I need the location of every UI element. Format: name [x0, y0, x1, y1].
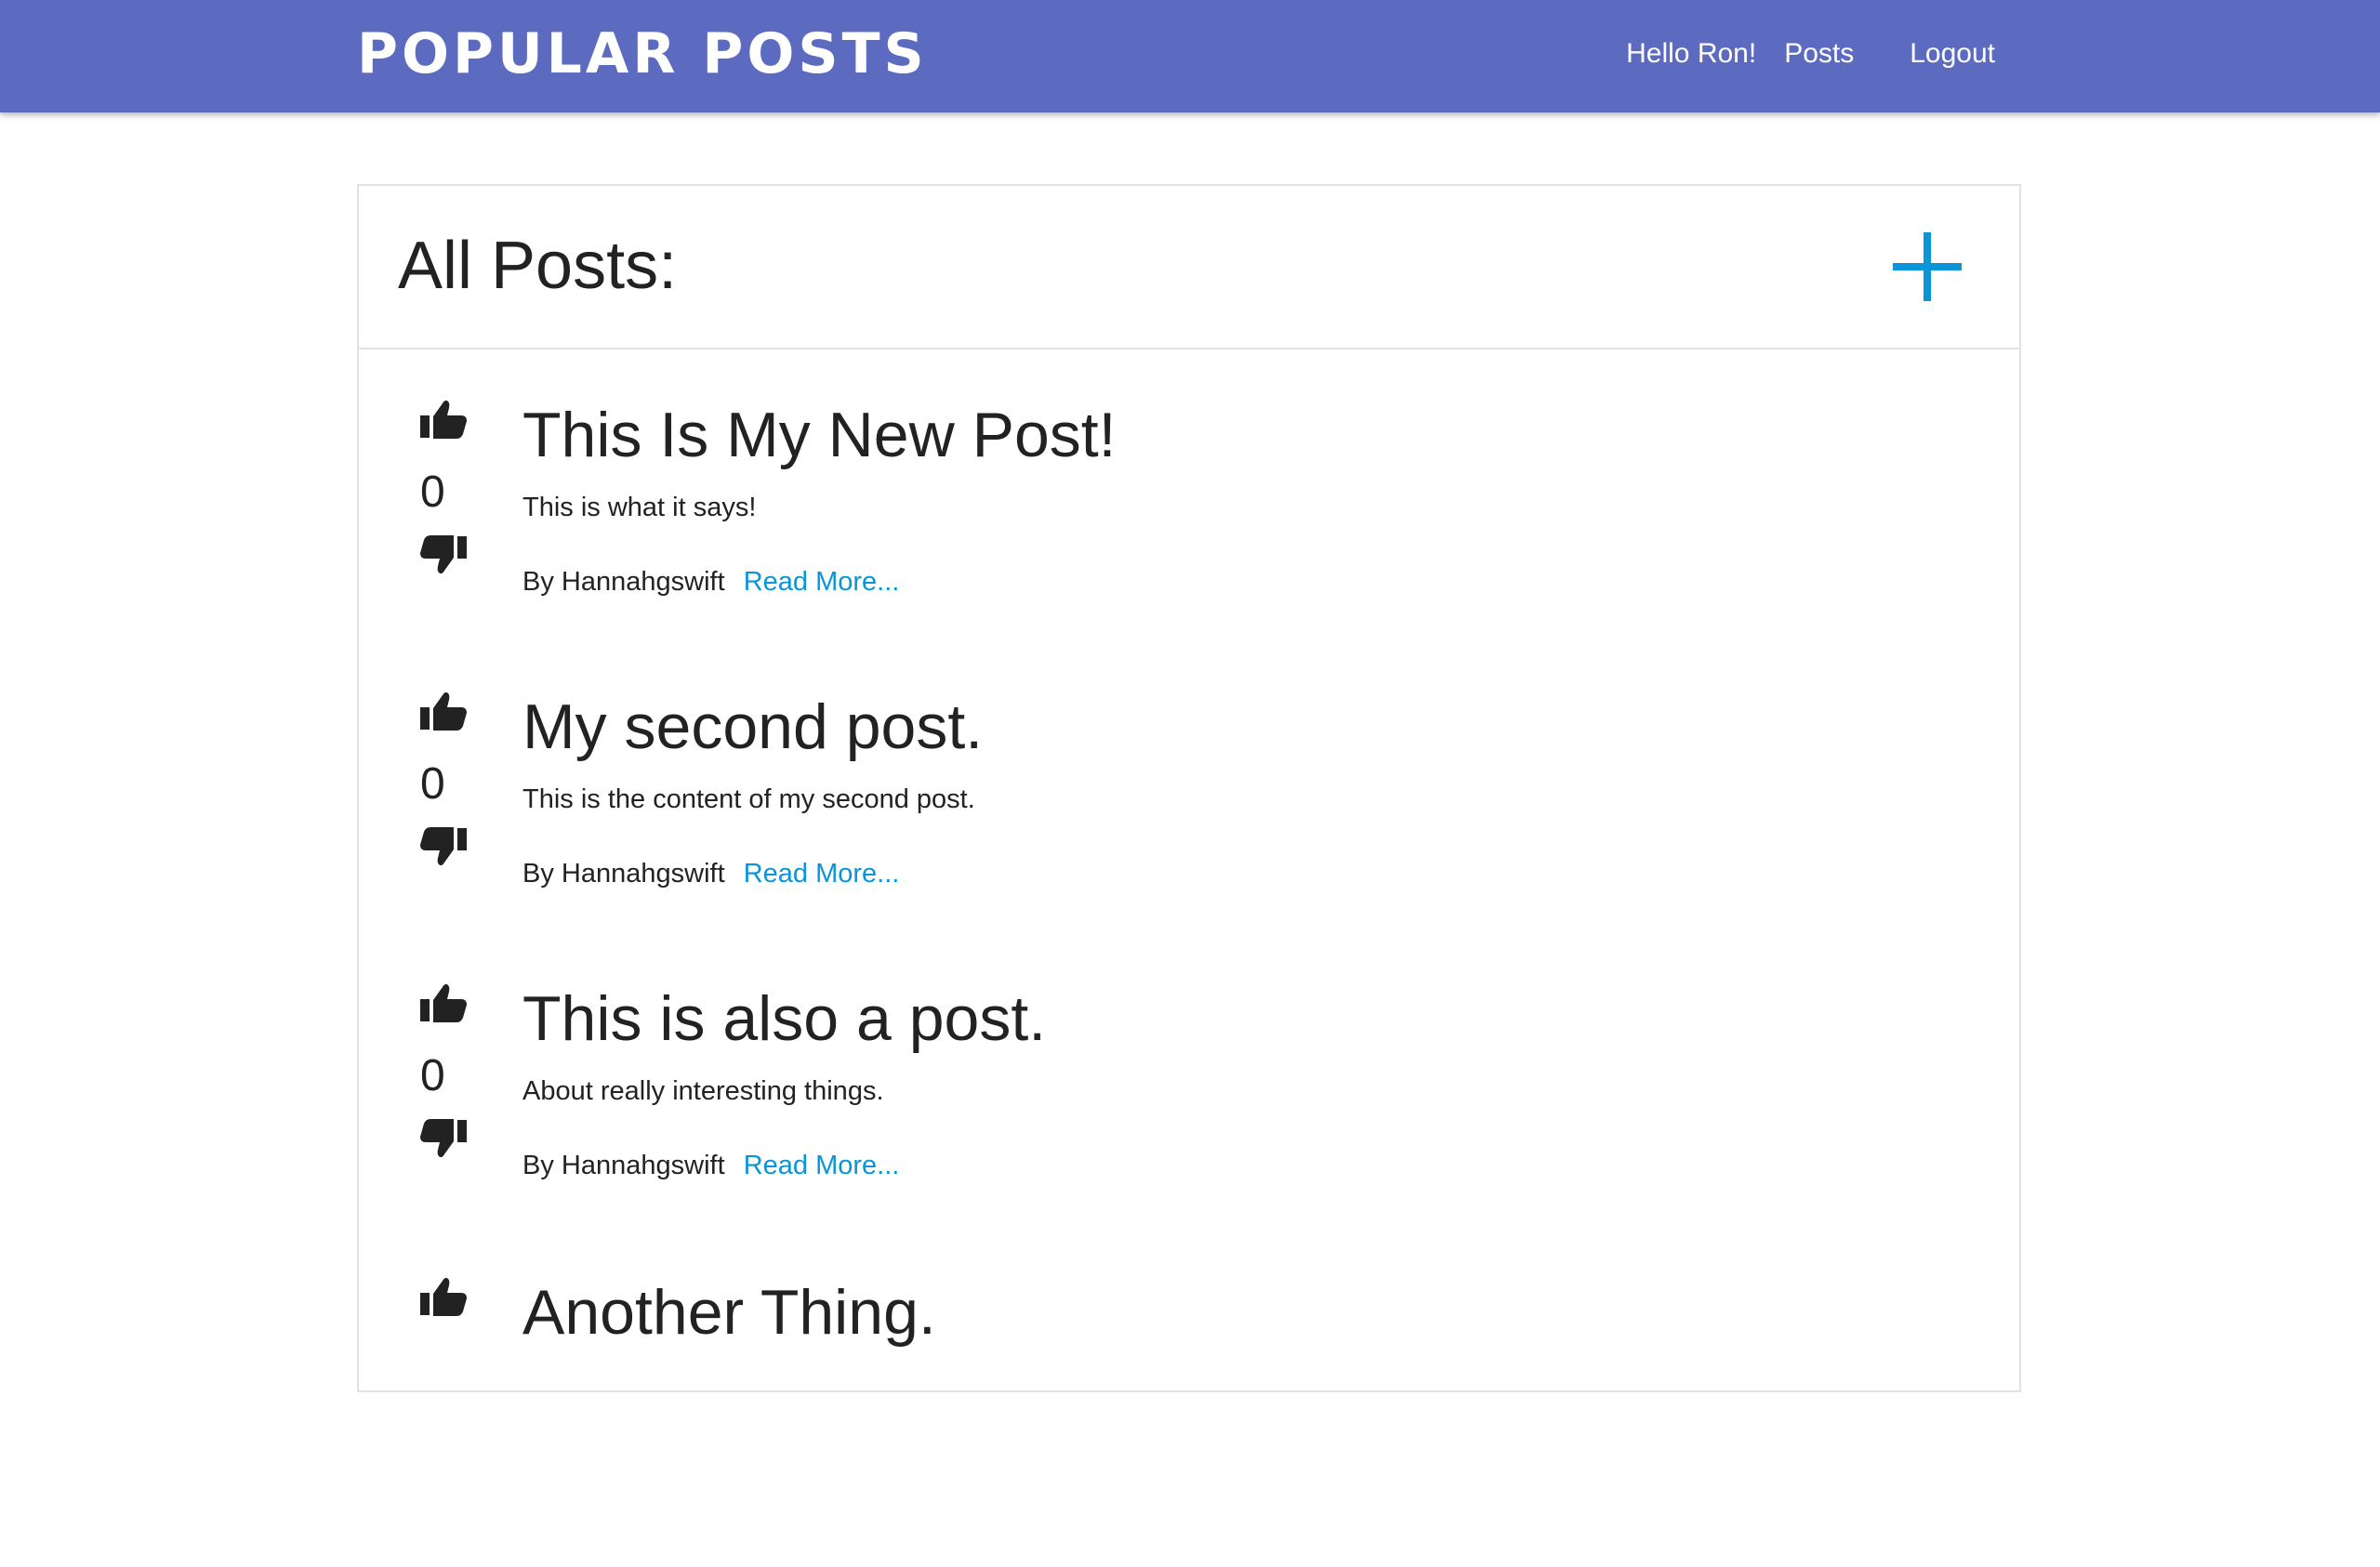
page-title: All Posts: — [398, 229, 678, 303]
thumbs-up-icon[interactable] — [420, 398, 467, 441]
post-item: 0 My second post. This is the content of… — [359, 690, 2019, 981]
post-author: Hannahgswift — [561, 859, 725, 889]
nav-links: Hello Ron! Posts Logout — [1626, 0, 1995, 107]
post-content: This is what it says! — [522, 493, 757, 522]
posts-card-header: All Posts: — [359, 186, 2019, 349]
post-content: About really interesting things. — [522, 1076, 884, 1106]
author-prefix: By — [522, 1151, 554, 1180]
posts-nav-link[interactable]: Posts — [1784, 38, 1854, 70]
vote-count: 0 — [420, 759, 445, 809]
post-author: Hannahgswift — [561, 1151, 725, 1180]
post-title: Another Thing. — [522, 1277, 936, 1348]
add-post-button[interactable] — [1893, 232, 1962, 301]
author-prefix: By — [522, 567, 554, 597]
thumbs-up-icon[interactable] — [420, 690, 467, 732]
read-more-link[interactable]: Read More... — [744, 859, 900, 889]
user-greeting-link[interactable]: Hello Ron! — [1626, 38, 1756, 70]
post-title: This Is My New Post! — [522, 400, 1117, 470]
author-prefix: By — [522, 859, 554, 889]
post-content: This is the content of my second post. — [522, 784, 975, 814]
read-more-link[interactable]: Read More... — [744, 1151, 900, 1180]
vote-count: 0 — [420, 467, 445, 517]
top-navbar: POPULAR POSTS Hello Ron! Posts Logout — [0, 0, 2380, 112]
post-meta: By Hannahgswift Read More... — [522, 857, 899, 890]
post-item: 0 This Is My New Post! This is what it s… — [359, 398, 2019, 690]
thumbs-down-icon[interactable] — [420, 533, 467, 576]
post-meta: By Hannahgswift Read More... — [522, 1149, 899, 1182]
post-meta: By Hannahgswift Read More... — [522, 565, 899, 599]
thumbs-down-icon[interactable] — [420, 825, 467, 868]
read-more-link[interactable]: Read More... — [744, 567, 900, 597]
thumbs-up-icon[interactable] — [420, 981, 467, 1024]
thumbs-up-icon[interactable] — [420, 1275, 467, 1318]
post-author: Hannahgswift — [561, 567, 725, 597]
post-title: My second post. — [522, 691, 984, 762]
vote-count: 0 — [420, 1051, 445, 1100]
post-title: This is also a post. — [522, 983, 1047, 1054]
logout-link[interactable]: Logout — [1910, 38, 1995, 70]
post-item: 0 This is also a post. About really inte… — [359, 981, 2019, 1273]
thumbs-down-icon[interactable] — [420, 1117, 467, 1160]
brand-logo[interactable]: POPULAR POSTS — [357, 20, 928, 87]
post-item: Another Thing. — [359, 1275, 2019, 1567]
posts-card: All Posts: 0 This Is My New Post! This i… — [357, 184, 2021, 1392]
